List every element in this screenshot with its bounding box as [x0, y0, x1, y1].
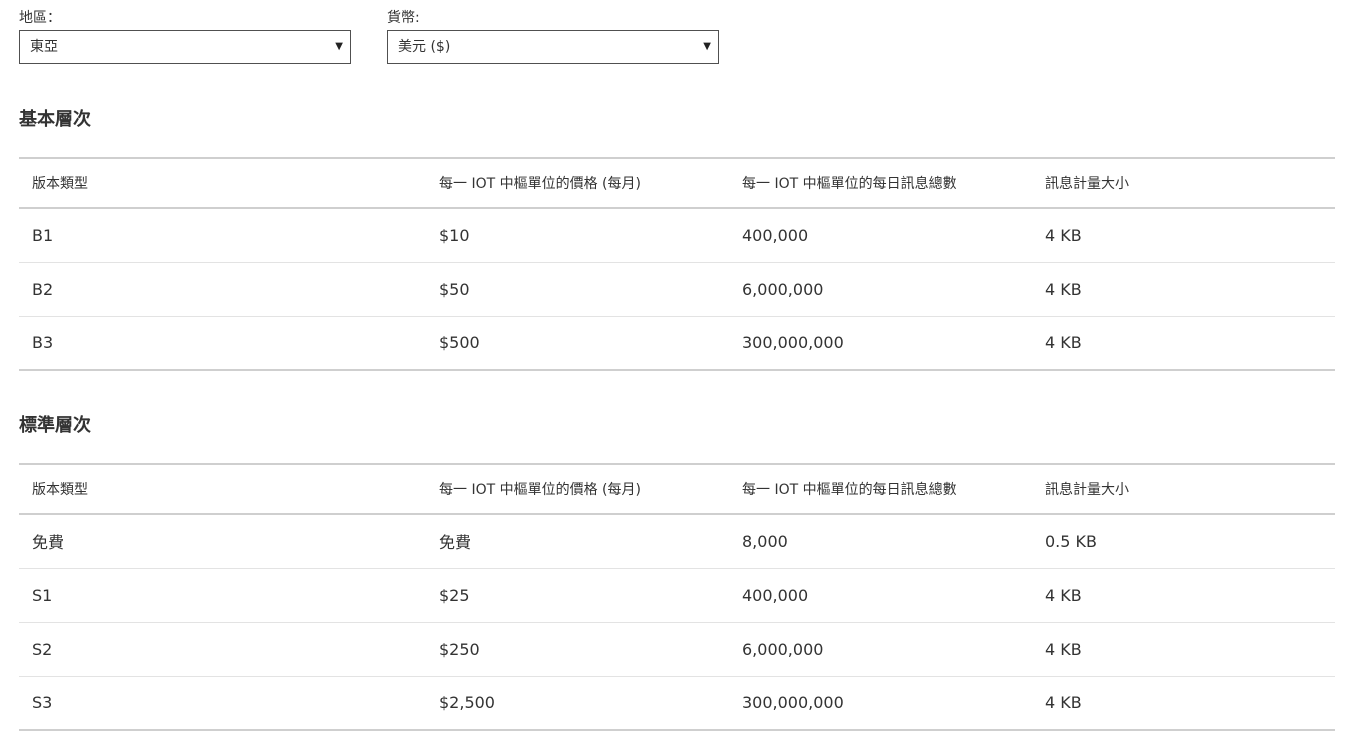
cell-meter-size: 4 KB	[1032, 316, 1335, 371]
cell-edition: S1	[19, 568, 426, 623]
table-row: B2 $50 6,000,000 4 KB	[19, 262, 1335, 317]
basic-tier-table: 版本類型 每一 IOT 中樞單位的價格 (每月) 每一 IOT 中樞單位的每日訊…	[19, 157, 1335, 371]
column-header-meter-size: 訊息計量大小	[1032, 157, 1335, 209]
region-label: 地區：	[19, 10, 61, 26]
currency-select-value: 美元 ($)	[398, 39, 451, 55]
cell-price: $500	[426, 316, 729, 371]
column-header-edition: 版本類型	[19, 463, 426, 515]
basic-tier-title: 基本層次	[19, 109, 91, 130]
cell-meter-size: 4 KB	[1032, 676, 1335, 731]
cell-meter-size: 0.5 KB	[1032, 514, 1335, 569]
cell-price: $250	[426, 622, 729, 677]
column-header-messages: 每一 IOT 中樞單位的每日訊息總數	[729, 463, 1032, 515]
cell-meter-size: 4 KB	[1032, 622, 1335, 677]
cell-messages: 8,000	[729, 514, 1032, 569]
cell-price: $2,500	[426, 676, 729, 731]
cell-messages: 400,000	[729, 208, 1032, 263]
cell-messages: 6,000,000	[729, 622, 1032, 677]
table-header-row: 版本類型 每一 IOT 中樞單位的價格 (每月) 每一 IOT 中樞單位的每日訊…	[19, 157, 1335, 209]
cell-meter-size: 4 KB	[1032, 262, 1335, 317]
table-row: S3 $2,500 300,000,000 4 KB	[19, 676, 1335, 731]
standard-tier-table: 版本類型 每一 IOT 中樞單位的價格 (每月) 每一 IOT 中樞單位的每日訊…	[19, 463, 1335, 731]
table-row: S1 $25 400,000 4 KB	[19, 568, 1335, 623]
cell-price: $25	[426, 568, 729, 623]
cell-price: $10	[426, 208, 729, 263]
region-select[interactable]: 東亞 ▼	[19, 30, 351, 64]
table-header-row: 版本類型 每一 IOT 中樞單位的價格 (每月) 每一 IOT 中樞單位的每日訊…	[19, 463, 1335, 515]
column-header-price: 每一 IOT 中樞單位的價格 (每月)	[426, 157, 729, 209]
cell-messages: 300,000,000	[729, 316, 1032, 371]
column-header-meter-size: 訊息計量大小	[1032, 463, 1335, 515]
triangle-down-icon: ▼	[335, 41, 343, 52]
column-header-price: 每一 IOT 中樞單位的價格 (每月)	[426, 463, 729, 515]
cell-edition: B3	[19, 316, 426, 371]
cell-messages: 300,000,000	[729, 676, 1032, 731]
column-header-messages: 每一 IOT 中樞單位的每日訊息總數	[729, 157, 1032, 209]
cell-price: 免費	[426, 514, 729, 569]
cell-price: $50	[426, 262, 729, 317]
cell-messages: 400,000	[729, 568, 1032, 623]
cell-edition: S3	[19, 676, 426, 731]
currency-select[interactable]: 美元 ($) ▼	[387, 30, 719, 64]
cell-meter-size: 4 KB	[1032, 568, 1335, 623]
table-row: B1 $10 400,000 4 KB	[19, 208, 1335, 263]
currency-label: 貨幣:	[387, 10, 420, 26]
table-row: 免費 免費 8,000 0.5 KB	[19, 514, 1335, 569]
table-row: S2 $250 6,000,000 4 KB	[19, 622, 1335, 677]
table-row: B3 $500 300,000,000 4 KB	[19, 316, 1335, 371]
triangle-down-icon: ▼	[703, 41, 711, 52]
cell-messages: 6,000,000	[729, 262, 1032, 317]
column-header-edition: 版本類型	[19, 157, 426, 209]
cell-edition: S2	[19, 622, 426, 677]
cell-meter-size: 4 KB	[1032, 208, 1335, 263]
cell-edition: B1	[19, 208, 426, 263]
cell-edition: 免費	[19, 514, 426, 569]
standard-tier-title: 標準層次	[19, 415, 91, 436]
currency-filter: 貨幣: 美元 ($) ▼	[387, 8, 719, 64]
region-filter: 地區： 東亞 ▼	[19, 8, 351, 64]
region-select-value: 東亞	[30, 39, 58, 55]
cell-edition: B2	[19, 262, 426, 317]
